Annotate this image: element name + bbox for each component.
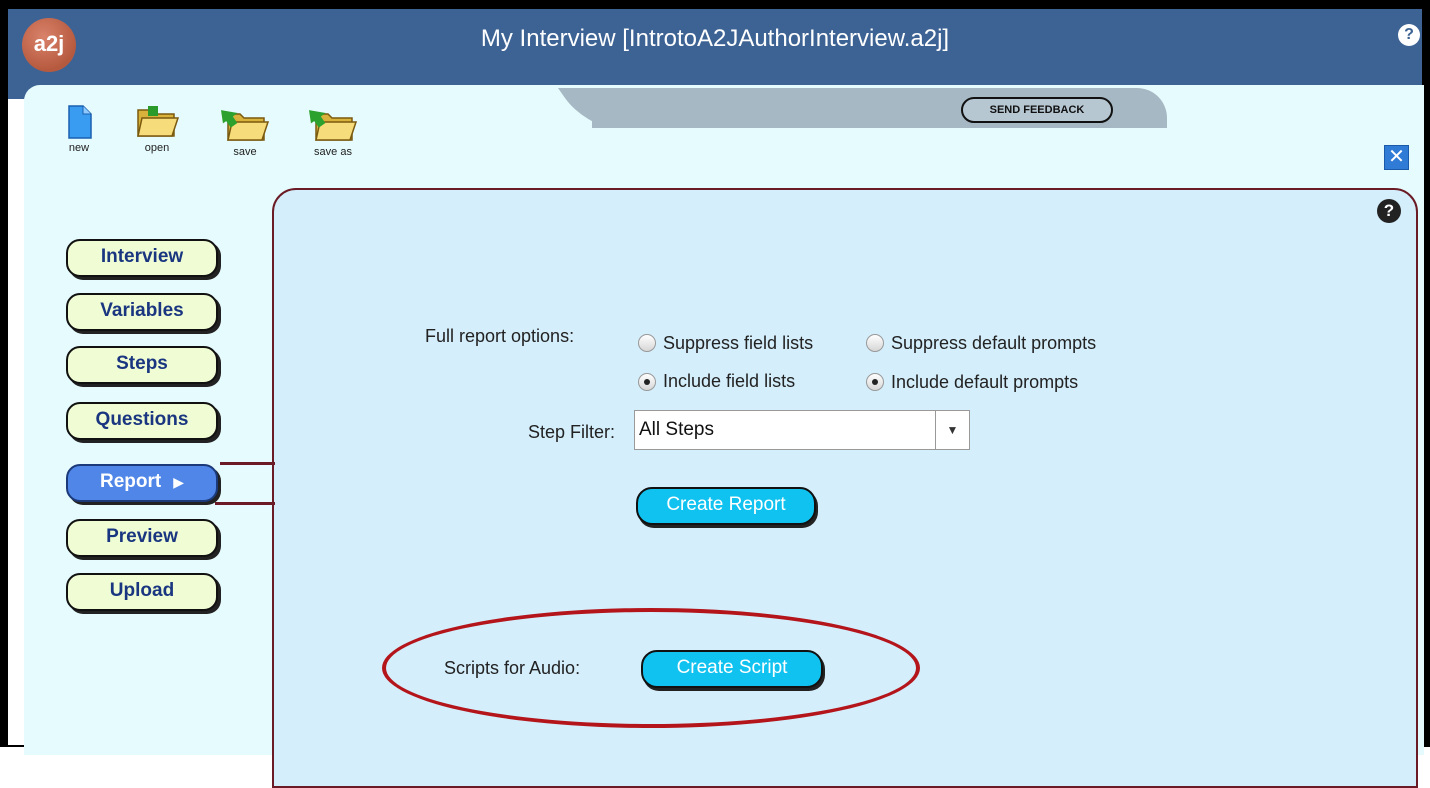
nav-upload[interactable]: Upload — [66, 573, 218, 611]
include-default-prompts-radio[interactable] — [866, 373, 884, 391]
nav-preview[interactable]: Preview — [66, 519, 218, 557]
step-filter-label: Step Filter: — [528, 422, 616, 442]
nav-variables[interactable]: Variables — [66, 293, 218, 331]
create-report-button[interactable]: Create Report — [636, 487, 816, 525]
full-report-options-label: Full report options: — [425, 326, 575, 346]
save-button[interactable]: save — [210, 104, 280, 158]
suppress-default-prompts-radio[interactable] — [866, 334, 884, 352]
nav-divider — [215, 502, 275, 505]
open-label: open — [144, 142, 170, 154]
send-feedback-button[interactable]: SEND FEEDBACK — [961, 97, 1113, 123]
include-field-lists-label: Include field lists — [663, 371, 796, 391]
include-default-prompts-label: Include default prompts — [891, 372, 1079, 392]
open-button[interactable]: open — [122, 104, 192, 154]
suppress-field-lists-label: Suppress field lists — [663, 333, 814, 353]
window-title: My Interview [IntrotoA2JAuthorInterview.… — [480, 25, 950, 52]
save-as-label: save as — [314, 146, 352, 158]
dropdown-arrow-icon[interactable]: ▼ — [935, 411, 969, 449]
nav-interview[interactable]: Interview — [66, 239, 218, 277]
play-arrow-icon: ▶ — [173, 474, 184, 490]
step-filter-value: All Steps — [639, 419, 714, 440]
step-filter-select[interactable]: All Steps ▼ — [634, 410, 970, 450]
suppress-default-prompts-label: Suppress default prompts — [891, 333, 1097, 353]
new-label: new — [68, 142, 90, 154]
highlight-oval — [382, 608, 920, 728]
include-field-lists-radio[interactable] — [638, 373, 656, 391]
new-button[interactable]: new — [44, 104, 114, 154]
panel-help-icon[interactable]: ? — [1377, 199, 1401, 223]
suppress-field-lists-radio[interactable] — [638, 334, 656, 352]
nav-report-label: Report — [99, 471, 162, 492]
nav-steps[interactable]: Steps — [66, 346, 218, 384]
save-as-button[interactable]: save as — [298, 104, 368, 158]
save-label: save — [233, 146, 257, 158]
open-folder-icon — [137, 106, 180, 137]
close-icon[interactable]: ✕ — [1384, 145, 1409, 170]
nav-divider — [220, 462, 275, 465]
nav-questions[interactable]: Questions — [66, 402, 218, 440]
new-file-icon — [68, 105, 92, 139]
save-as-icon — [308, 110, 358, 141]
save-icon — [220, 110, 270, 141]
nav-report[interactable]: Report ▶ — [66, 464, 218, 502]
help-icon[interactable]: ? — [1398, 24, 1420, 46]
